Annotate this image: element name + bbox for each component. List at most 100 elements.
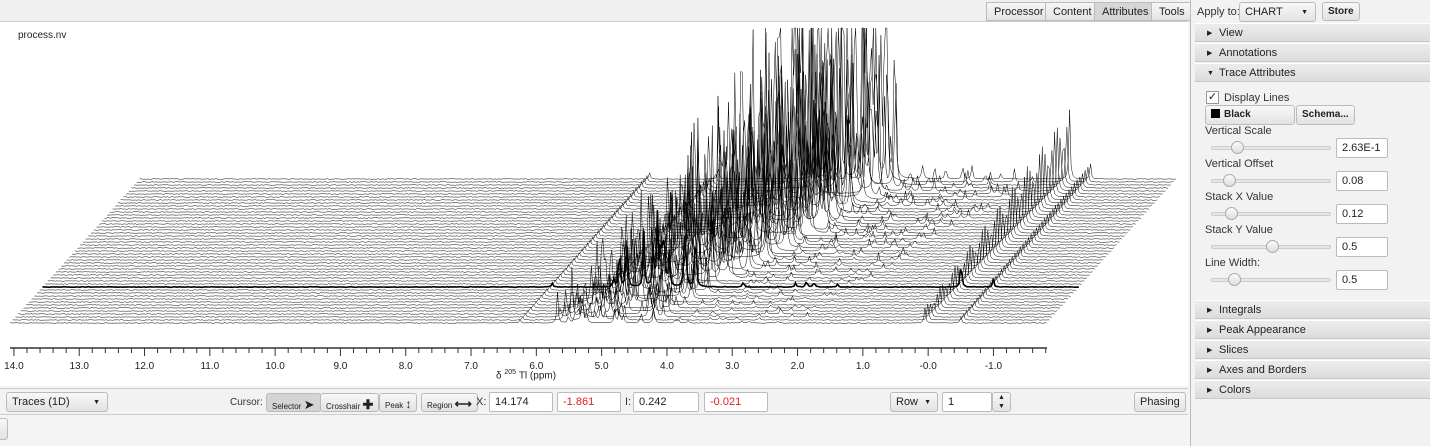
slider-thumb[interactable] (1224, 207, 1238, 220)
section-annotations[interactable]: ▶ Annotations (1195, 43, 1430, 62)
x-tick-label: 14.0 (4, 361, 24, 372)
chevron-down-icon: ▼ (93, 399, 100, 406)
spectrum-trace[interactable] (128, 27, 1166, 192)
cursor-selector-button[interactable]: Selector ➤ (266, 393, 321, 412)
slider-value-field[interactable]: 0.5 (1336, 270, 1388, 290)
i-delta-field[interactable]: -0.021 (704, 392, 768, 412)
phasing-button[interactable]: Phasing (1134, 392, 1186, 412)
spectrum-trace[interactable] (123, 27, 1160, 198)
section-trace-attributes[interactable]: ▼ Trace Attributes (1195, 63, 1430, 82)
status-button[interactable] (0, 418, 8, 440)
x-tick-label: 3.0 (725, 361, 739, 372)
spectrum-trace[interactable] (120, 27, 1158, 201)
triangle-right-icon: ▶ (1207, 347, 1213, 354)
spectrum-trace[interactable] (90, 95, 1128, 234)
color-picker-button[interactable]: Black (1205, 105, 1295, 125)
section-view[interactable]: ▶ View (1195, 23, 1430, 42)
section-peak-appearance[interactable]: ▶ Peak Appearance (1195, 320, 1430, 339)
slider-value-field[interactable]: 2.63E-1 (1336, 138, 1388, 158)
x-axis-label: δ 205 Tl (ppm) (496, 369, 556, 381)
section-label: Colors (1219, 384, 1251, 396)
spectrum-trace[interactable] (15, 267, 1052, 318)
row-number-field[interactable]: 1 (942, 392, 992, 412)
row-select[interactable]: Row ▼ (890, 392, 938, 412)
slider-value-field[interactable]: 0.5 (1336, 237, 1388, 257)
spectrum-trace[interactable] (69, 139, 1106, 258)
tab-processor[interactable]: Processor (986, 2, 1052, 21)
spectrum-trace[interactable] (80, 127, 1117, 246)
tab-content[interactable]: Content (1045, 2, 1100, 21)
spectrum-trace[interactable] (139, 27, 1177, 180)
spectrum-trace[interactable] (99, 91, 1136, 225)
section-label: Peak Appearance (1219, 324, 1306, 336)
spectrum-trace[interactable] (136, 27, 1174, 183)
slider-track[interactable] (1211, 207, 1331, 220)
section-slices[interactable]: ▶ Slices (1195, 340, 1430, 359)
spectrum-trace[interactable] (115, 27, 1152, 207)
spectrum-trace[interactable] (96, 60, 1133, 228)
display-lines-checkbox[interactable]: ✓ (1206, 91, 1219, 104)
x-tick-label: 11.0 (200, 361, 219, 372)
tab-attributes[interactable]: Attributes (1094, 2, 1157, 21)
x-delta-field[interactable]: -1.861 (557, 392, 621, 412)
spectrum-chart[interactable]: process.nv 14.0 13.0 12.0 11.0 10.0 9.0 8.0 7.0… (0, 22, 1188, 386)
slider-track[interactable] (1211, 273, 1331, 286)
cursor-peak-button[interactable]: Peak ↕ (379, 393, 418, 412)
slider-thumb[interactable] (1228, 273, 1242, 286)
x-tick-label: 2.0 (791, 361, 805, 372)
spectrum-trace[interactable] (61, 146, 1098, 267)
status-bar (0, 415, 1188, 442)
apply-to-label: Apply to: (1197, 6, 1240, 18)
triangle-right-icon: ▶ (1207, 387, 1213, 394)
x-tick-label: 9.0 (333, 361, 347, 372)
slider-value-field[interactable]: 0.12 (1336, 204, 1388, 224)
section-axes-and-borders[interactable]: ▶ Axes and Borders (1195, 360, 1430, 379)
spectrum-trace[interactable] (107, 59, 1144, 216)
x-tick-label: 5.0 (595, 361, 609, 372)
triangle-right-icon: ▶ (1207, 50, 1213, 57)
display-mode-select[interactable]: Traces (1D) ▼ (6, 392, 108, 412)
i-value-field[interactable]: 0.242 (633, 392, 699, 412)
row-spinner[interactable]: ▲ ▼ (992, 392, 1011, 412)
slider-thumb[interactable] (1231, 141, 1245, 154)
x-tick-label: 4.0 (660, 361, 674, 372)
cursor-mode-label: Crosshair (326, 402, 361, 411)
spinner-up-icon: ▲ (998, 394, 1005, 401)
cursor-region-button[interactable]: Region ⟷ (421, 393, 478, 412)
cursor-crosshair-button[interactable]: Crosshair ✚ (320, 393, 380, 412)
attributes-panel: Apply to: CHART ▼ Store ▶ View ▶ Annotation… (1190, 0, 1430, 446)
cursor-label: Cursor: (230, 397, 263, 408)
stacked-plot[interactable]: 14.0 13.0 12.0 11.0 10.0 9.0 8.0 7.0 6.0 5.0 4.0 3.… (0, 22, 1188, 386)
slider-thumb[interactable] (1222, 174, 1236, 187)
slider-track[interactable] (1211, 240, 1331, 253)
spectrum-trace[interactable] (126, 27, 1163, 195)
chart-toolbar: Processor Content Attributes Tools (0, 0, 1193, 22)
apply-to-select[interactable]: CHART ▼ (1239, 2, 1316, 22)
triangle-right-icon: ▶ (1207, 327, 1213, 334)
slider-track[interactable] (1211, 141, 1331, 154)
section-integrals[interactable]: ▶ Integrals (1195, 300, 1430, 319)
section-colors[interactable]: ▶ Colors (1195, 380, 1430, 399)
store-button[interactable]: Store (1322, 2, 1360, 21)
slider-value-field[interactable]: 0.08 (1336, 171, 1388, 191)
spectrum-trace[interactable] (31, 241, 1069, 300)
spectrum-trace[interactable] (77, 122, 1115, 249)
slider-thumb[interactable] (1265, 240, 1279, 253)
slider-label: Stack Y Value (1205, 224, 1273, 236)
tab-tools[interactable]: Tools (1151, 2, 1193, 21)
spectrum-trace[interactable] (117, 27, 1155, 204)
x-value-field[interactable]: 14.174 (489, 392, 553, 412)
spectrum-trace[interactable] (134, 27, 1171, 186)
spectrum-trace[interactable] (23, 274, 1061, 309)
spectrum-trace[interactable] (131, 27, 1169, 189)
spectrum-trace[interactable] (74, 125, 1112, 252)
schema-button[interactable]: Schema... (1296, 105, 1355, 125)
spectrum-trace[interactable] (101, 27, 1139, 222)
spectrum-trace[interactable] (85, 106, 1123, 240)
spectrum-trace[interactable] (104, 27, 1142, 219)
spectrum-trace[interactable] (82, 86, 1120, 243)
slider-track[interactable] (1211, 174, 1331, 187)
x-tick-label: 8.0 (399, 361, 413, 372)
section-label: Integrals (1219, 304, 1262, 316)
x-tick-label: 7.0 (464, 361, 478, 372)
